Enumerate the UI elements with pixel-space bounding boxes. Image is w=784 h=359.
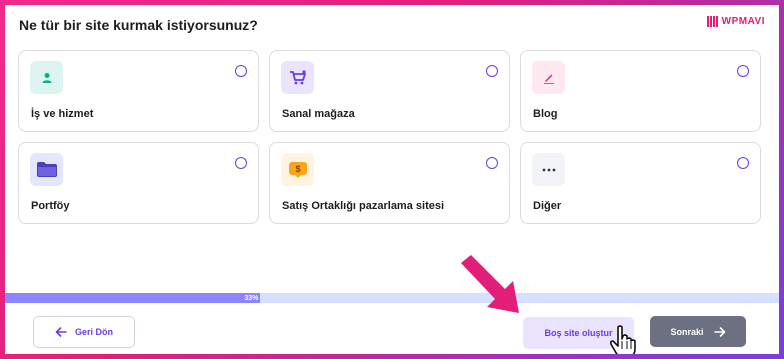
- option-radio[interactable]: [486, 157, 498, 169]
- onboarding-panel: Ne tür bir site kurmak istiyorsunuz? WPM…: [5, 5, 779, 354]
- page-title: Ne tür bir site kurmak istiyorsunuz?: [19, 17, 258, 33]
- folder-icon: [30, 153, 63, 186]
- option-label: Blog: [533, 108, 558, 120]
- site-type-grid: İş ve hizmet Sanal mağaza Blog Portföy $…: [18, 50, 761, 224]
- option-radio[interactable]: [235, 157, 247, 169]
- brand-logo: WPMAVI: [706, 16, 765, 27]
- option-card-blog[interactable]: Blog: [520, 50, 761, 132]
- svg-text:$: $: [295, 164, 300, 174]
- arrow-left-icon: [55, 327, 67, 337]
- option-label: Satış Ortaklığı pazarlama sitesi: [282, 200, 445, 212]
- option-radio[interactable]: [737, 157, 749, 169]
- option-card-portfolio[interactable]: Portföy: [18, 142, 259, 224]
- option-card-affiliate[interactable]: $ Satış Ortaklığı pazarlama sitesi: [269, 142, 510, 224]
- option-label: Diğer: [533, 200, 562, 212]
- option-label: İş ve hizmet: [31, 108, 94, 120]
- brand-name: WPMAVI: [721, 16, 765, 27]
- back-button[interactable]: Geri Dön: [33, 316, 135, 348]
- option-label: Sanal mağaza: [282, 108, 355, 120]
- option-radio[interactable]: [235, 65, 247, 77]
- more-icon: [532, 153, 565, 186]
- progress-fill: 33%: [5, 293, 261, 303]
- next-button[interactable]: Sonraki: [650, 316, 746, 347]
- back-button-label: Geri Dön: [74, 327, 113, 337]
- option-label: Portföy: [31, 200, 70, 212]
- progress-bar: 33%: [5, 293, 779, 303]
- option-radio[interactable]: [737, 65, 749, 77]
- create-empty-site-label: Boş site oluştur: [544, 328, 613, 338]
- arrow-right-icon: [713, 326, 725, 337]
- hand-cursor-icon: [609, 325, 636, 354]
- brand-bars-icon: [706, 16, 718, 27]
- person-icon: [30, 61, 63, 94]
- option-card-other[interactable]: Diğer: [520, 142, 761, 224]
- next-button-label: Sonraki: [670, 326, 704, 337]
- option-card-online-store[interactable]: Sanal mağaza: [269, 50, 510, 132]
- pen-icon: [532, 61, 565, 94]
- option-card-business[interactable]: İş ve hizmet: [18, 50, 259, 132]
- annotation-arrow-icon: [461, 255, 519, 313]
- dollar-icon: $: [281, 153, 314, 186]
- cart-icon: [281, 61, 314, 94]
- option-radio[interactable]: [486, 65, 498, 77]
- progress-label: 33%: [244, 294, 259, 302]
